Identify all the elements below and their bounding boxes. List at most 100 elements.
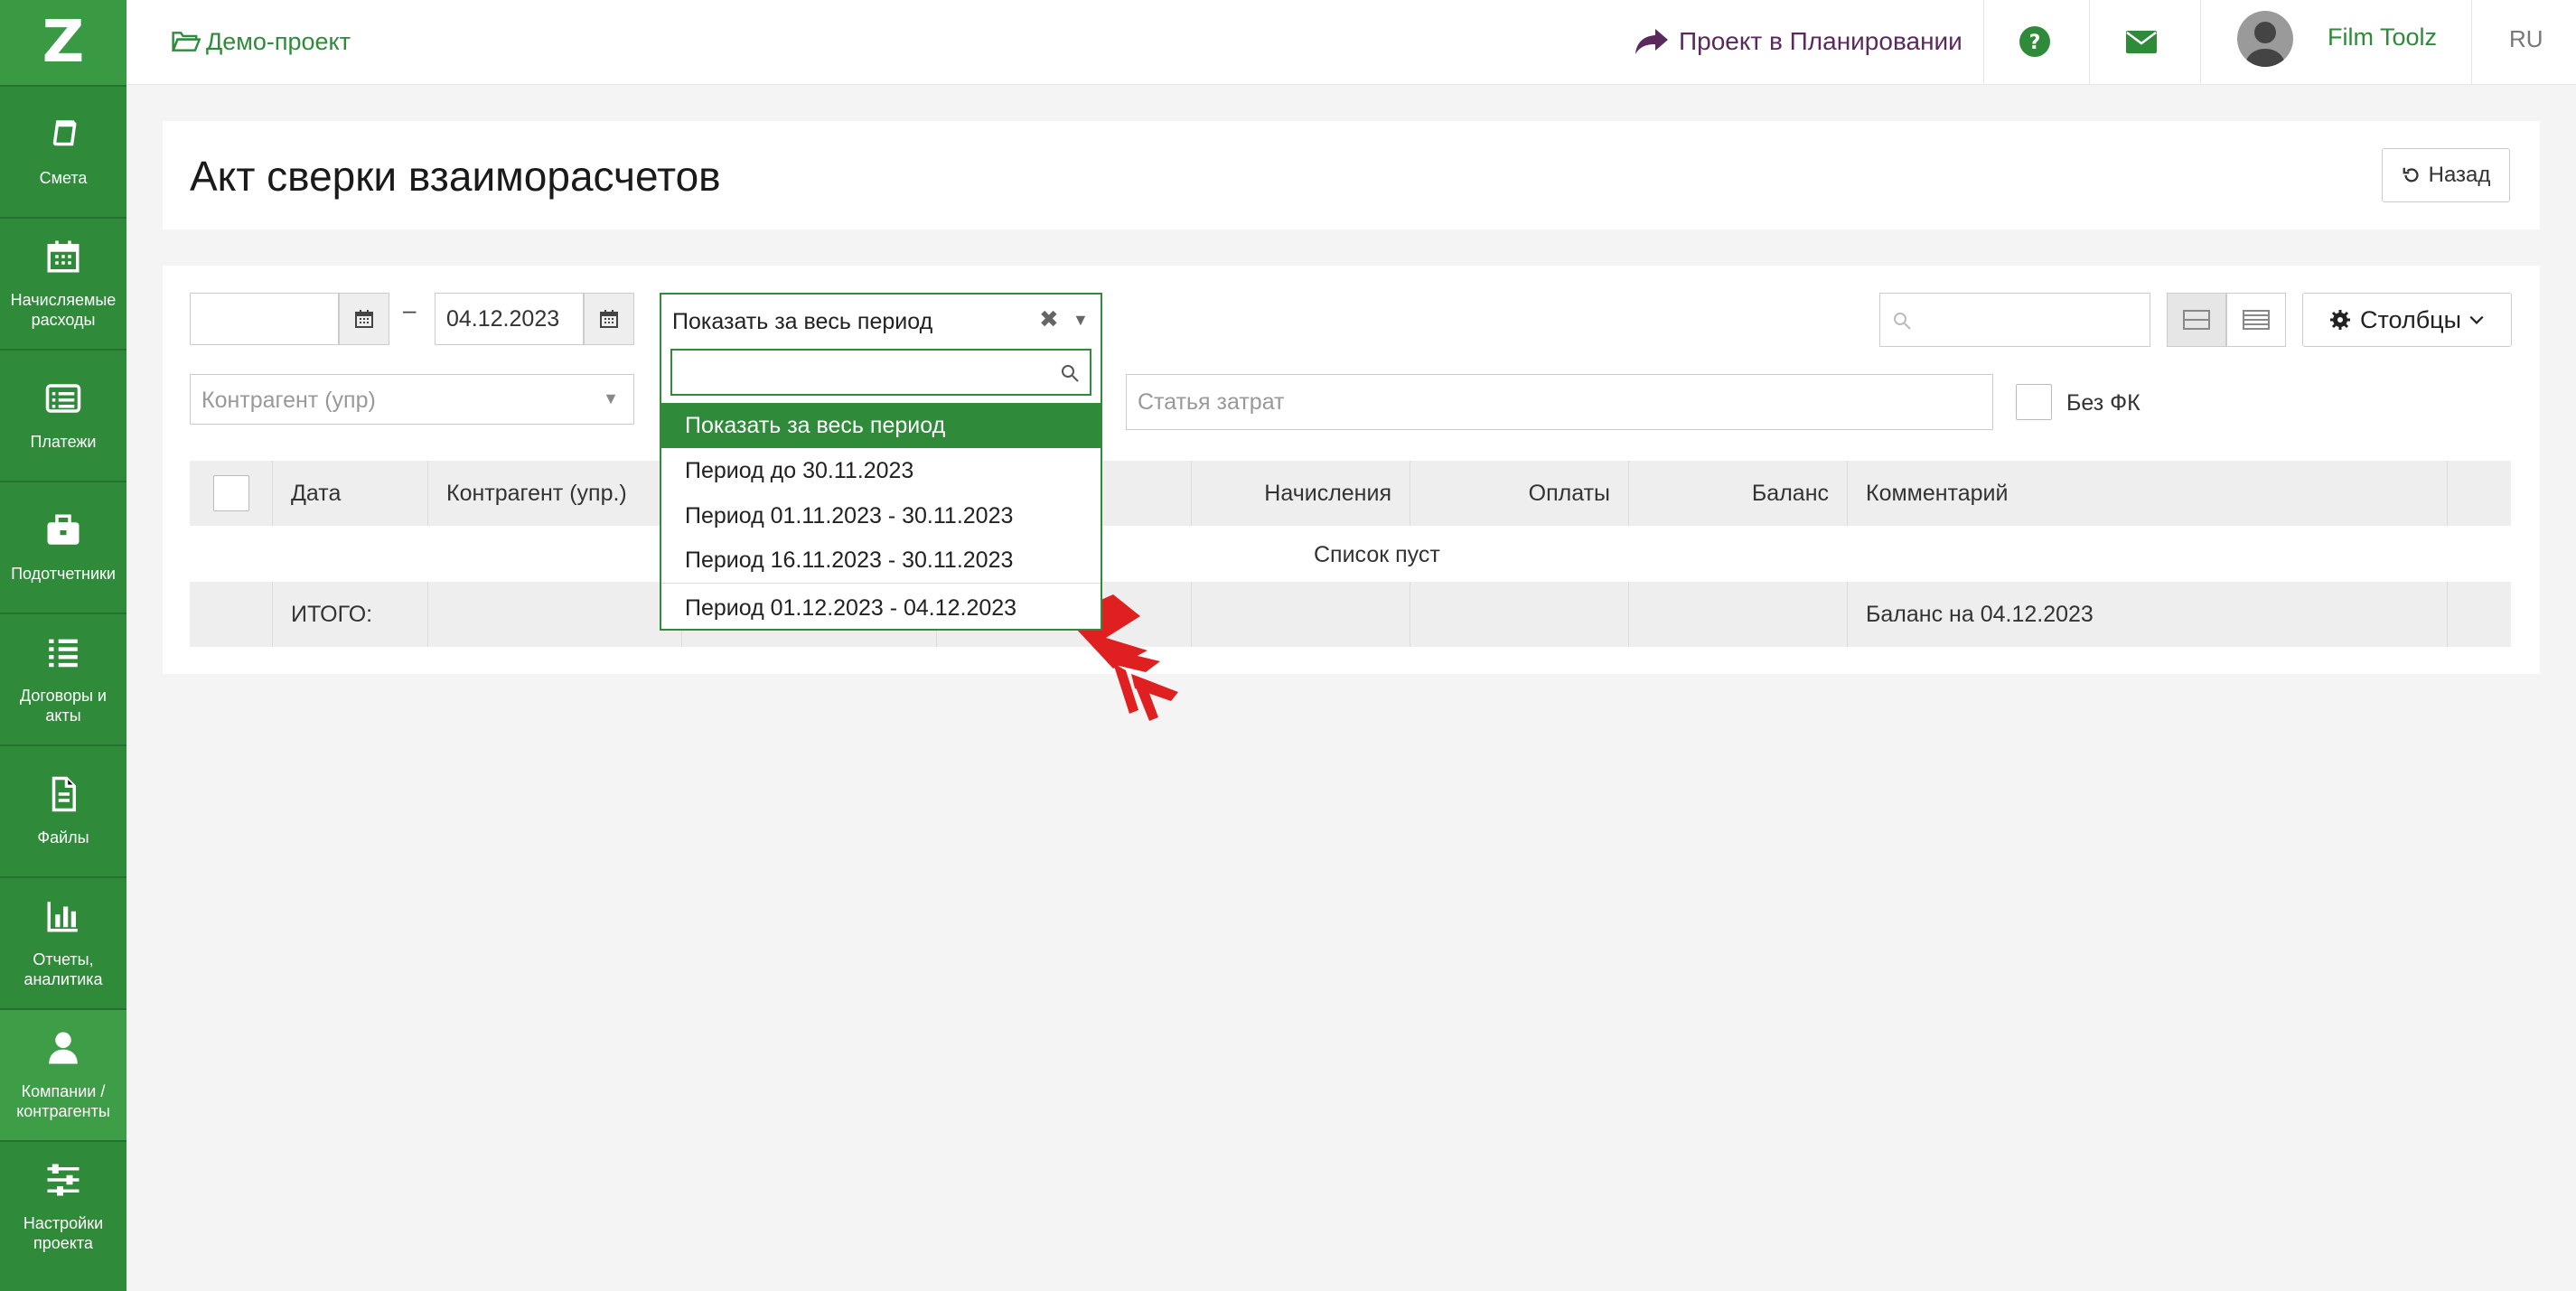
expense-item-placeholder: Статья затрат bbox=[1138, 389, 1285, 415]
sidebar: Z Смета Начисляемые расходы Платежи Подо… bbox=[0, 0, 126, 1291]
report-panel: – 04.12.2023 Показать за весь период ✖ ▼… bbox=[163, 266, 2540, 674]
dropdown-option[interactable]: Показать за весь период bbox=[661, 403, 1101, 448]
folder-open-icon bbox=[171, 32, 201, 51]
book-icon bbox=[52, 120, 77, 146]
footer-cell bbox=[428, 582, 682, 647]
sidebar-item-label: Договоры и акты bbox=[20, 687, 107, 725]
sidebar-item-payments[interactable]: Платежи bbox=[0, 349, 126, 481]
divider bbox=[1983, 0, 1984, 85]
list-card-icon bbox=[45, 384, 81, 413]
date-to-input[interactable]: 04.12.2023 bbox=[435, 293, 584, 345]
sidebar-item-reports[interactable]: Отчеты, аналитика bbox=[0, 876, 126, 1008]
project-link[interactable]: Демо-проект bbox=[170, 25, 351, 58]
gear-icon bbox=[2329, 310, 2350, 330]
sidebar-item-label: Компании / контрагенты bbox=[16, 1082, 110, 1120]
dropdown-search-field[interactable] bbox=[672, 351, 1034, 392]
column-header-accruals[interactable]: Начисления bbox=[1192, 461, 1410, 526]
back-button[interactable]: Назад bbox=[2382, 148, 2510, 202]
sliders-icon bbox=[47, 1164, 80, 1196]
sidebar-item-label: Отчеты, аналитика bbox=[23, 950, 103, 988]
select-all-cell bbox=[190, 461, 273, 526]
sidebar-item-label: Начисляемые расходы bbox=[10, 291, 117, 329]
sidebar-item-contracts[interactable]: Договоры и акты bbox=[0, 613, 126, 744]
rows-compact-icon bbox=[2183, 310, 2210, 330]
date-to-calendar-button[interactable] bbox=[584, 293, 634, 345]
footer-cell bbox=[1192, 582, 1410, 647]
project-name: Демо-проект bbox=[206, 27, 351, 55]
columns-button[interactable]: Столбцы bbox=[2302, 293, 2512, 347]
dropdown-search-input[interactable] bbox=[670, 349, 1091, 396]
search-icon bbox=[1062, 365, 1079, 382]
column-header-balance[interactable]: Баланс bbox=[1629, 461, 1848, 526]
language-switch[interactable]: RU bbox=[2509, 25, 2543, 53]
period-dropdown: Показать за весь период Период до 30.11.… bbox=[660, 347, 1102, 631]
date-from-calendar-button[interactable] bbox=[339, 293, 389, 345]
dropdown-option[interactable]: Период 16.11.2023 - 30.11.2023 bbox=[661, 538, 1101, 584]
footer-cell bbox=[2448, 582, 2511, 647]
sidebar-item-estimate[interactable]: Смета bbox=[0, 85, 126, 217]
date-range-dash: – bbox=[403, 296, 417, 323]
column-header-actions bbox=[2448, 461, 2511, 526]
dropdown-option[interactable]: Период до 30.11.2023 bbox=[661, 448, 1101, 493]
table-footer: ИТОГО: Баланс на 04.12.2023 bbox=[190, 582, 2511, 647]
column-header-date[interactable]: Дата bbox=[273, 461, 428, 526]
period-select[interactable]: Показать за весь период ✖ ▼ bbox=[660, 293, 1102, 347]
table-empty-row: Список пуст bbox=[190, 526, 2511, 582]
avatar[interactable] bbox=[2237, 11, 2293, 67]
sidebar-item-companies[interactable]: Компании / контрагенты bbox=[0, 1008, 126, 1140]
title-panel: Акт сверки взаиморасчетов Назад bbox=[163, 121, 2540, 229]
select-all-checkbox[interactable] bbox=[212, 475, 249, 511]
footer-cell bbox=[1410, 582, 1629, 647]
divider bbox=[2089, 0, 2090, 85]
calendar-icon bbox=[355, 310, 373, 328]
user-silhouette-icon bbox=[2244, 22, 2286, 67]
column-header-comment[interactable]: Комментарий bbox=[1848, 461, 2448, 526]
chevron-down-icon[interactable]: ▼ bbox=[1073, 311, 1089, 330]
mail-icon[interactable] bbox=[2124, 24, 2159, 59]
footer-cell bbox=[190, 582, 273, 647]
calendar-icon bbox=[600, 310, 618, 328]
sidebar-item-settings[interactable]: Настройки проекта bbox=[0, 1140, 126, 1272]
sidebar-item-label: Файлы bbox=[37, 828, 89, 847]
sidebar-item-accountables[interactable]: Подотчетники bbox=[0, 481, 126, 613]
back-button-label: Назад bbox=[2428, 163, 2491, 187]
sidebar-item-label: Подотчетники bbox=[11, 565, 116, 583]
search-icon bbox=[1894, 313, 1911, 330]
without-fk-checkbox[interactable] bbox=[2016, 384, 2052, 420]
share-arrow-icon bbox=[1635, 29, 1668, 54]
column-header-payments[interactable]: Оплаты bbox=[1410, 461, 1629, 526]
project-status-link[interactable]: Проект в Планировании bbox=[1634, 23, 1962, 60]
briefcase-icon bbox=[47, 514, 80, 545]
columns-button-label: Столбцы bbox=[2359, 305, 2462, 333]
clear-icon[interactable]: ✖ bbox=[1039, 305, 1059, 333]
list-icon bbox=[49, 639, 78, 668]
expanded-view-button[interactable] bbox=[2226, 293, 2286, 347]
compact-view-button[interactable] bbox=[2167, 293, 2226, 347]
sidebar-item-files[interactable]: Файлы bbox=[0, 744, 126, 876]
project-status-text: Проект в Планировании bbox=[1679, 27, 1962, 55]
expense-item-input[interactable]: Статья затрат bbox=[1126, 374, 1993, 430]
table-header: Дата Контрагент (упр.) Начисления Оплаты… bbox=[190, 461, 2511, 526]
help-icon[interactable]: ? bbox=[2018, 24, 2052, 59]
undo-icon bbox=[2403, 167, 2419, 182]
app-logo[interactable]: Z bbox=[0, 0, 126, 85]
file-icon bbox=[52, 776, 76, 812]
bar-chart-icon bbox=[47, 902, 78, 932]
without-fk-label: Без ФК bbox=[2066, 390, 2140, 416]
contractor-select[interactable]: Контрагент (упр) ▼ bbox=[190, 374, 634, 425]
user-name[interactable]: Film Toolz bbox=[2328, 23, 2437, 51]
table-search-input[interactable] bbox=[1879, 293, 2150, 347]
divider bbox=[2200, 0, 2201, 85]
dropdown-option[interactable]: Период 01.11.2023 - 30.11.2023 bbox=[661, 493, 1101, 538]
sidebar-item-label: Платежи bbox=[30, 433, 97, 451]
sidebar-item-accrued-expenses[interactable]: Начисляемые расходы bbox=[0, 217, 126, 349]
footer-cell bbox=[1629, 582, 1848, 647]
date-from-input[interactable] bbox=[190, 293, 339, 345]
column-header-contractor[interactable]: Контрагент (упр.) bbox=[428, 461, 682, 526]
sidebar-item-label: Смета bbox=[39, 169, 88, 187]
sidebar-item-label: Настройки проекта bbox=[23, 1214, 104, 1252]
empty-list-text: Список пуст bbox=[1314, 542, 1440, 567]
footer-balance-text: Баланс на 04.12.2023 bbox=[1848, 582, 2448, 647]
top-bar: Демо-проект Проект в Планировании ? Film… bbox=[126, 0, 2576, 85]
dropdown-option[interactable]: Период 01.12.2023 - 04.12.2023 bbox=[661, 585, 1101, 631]
